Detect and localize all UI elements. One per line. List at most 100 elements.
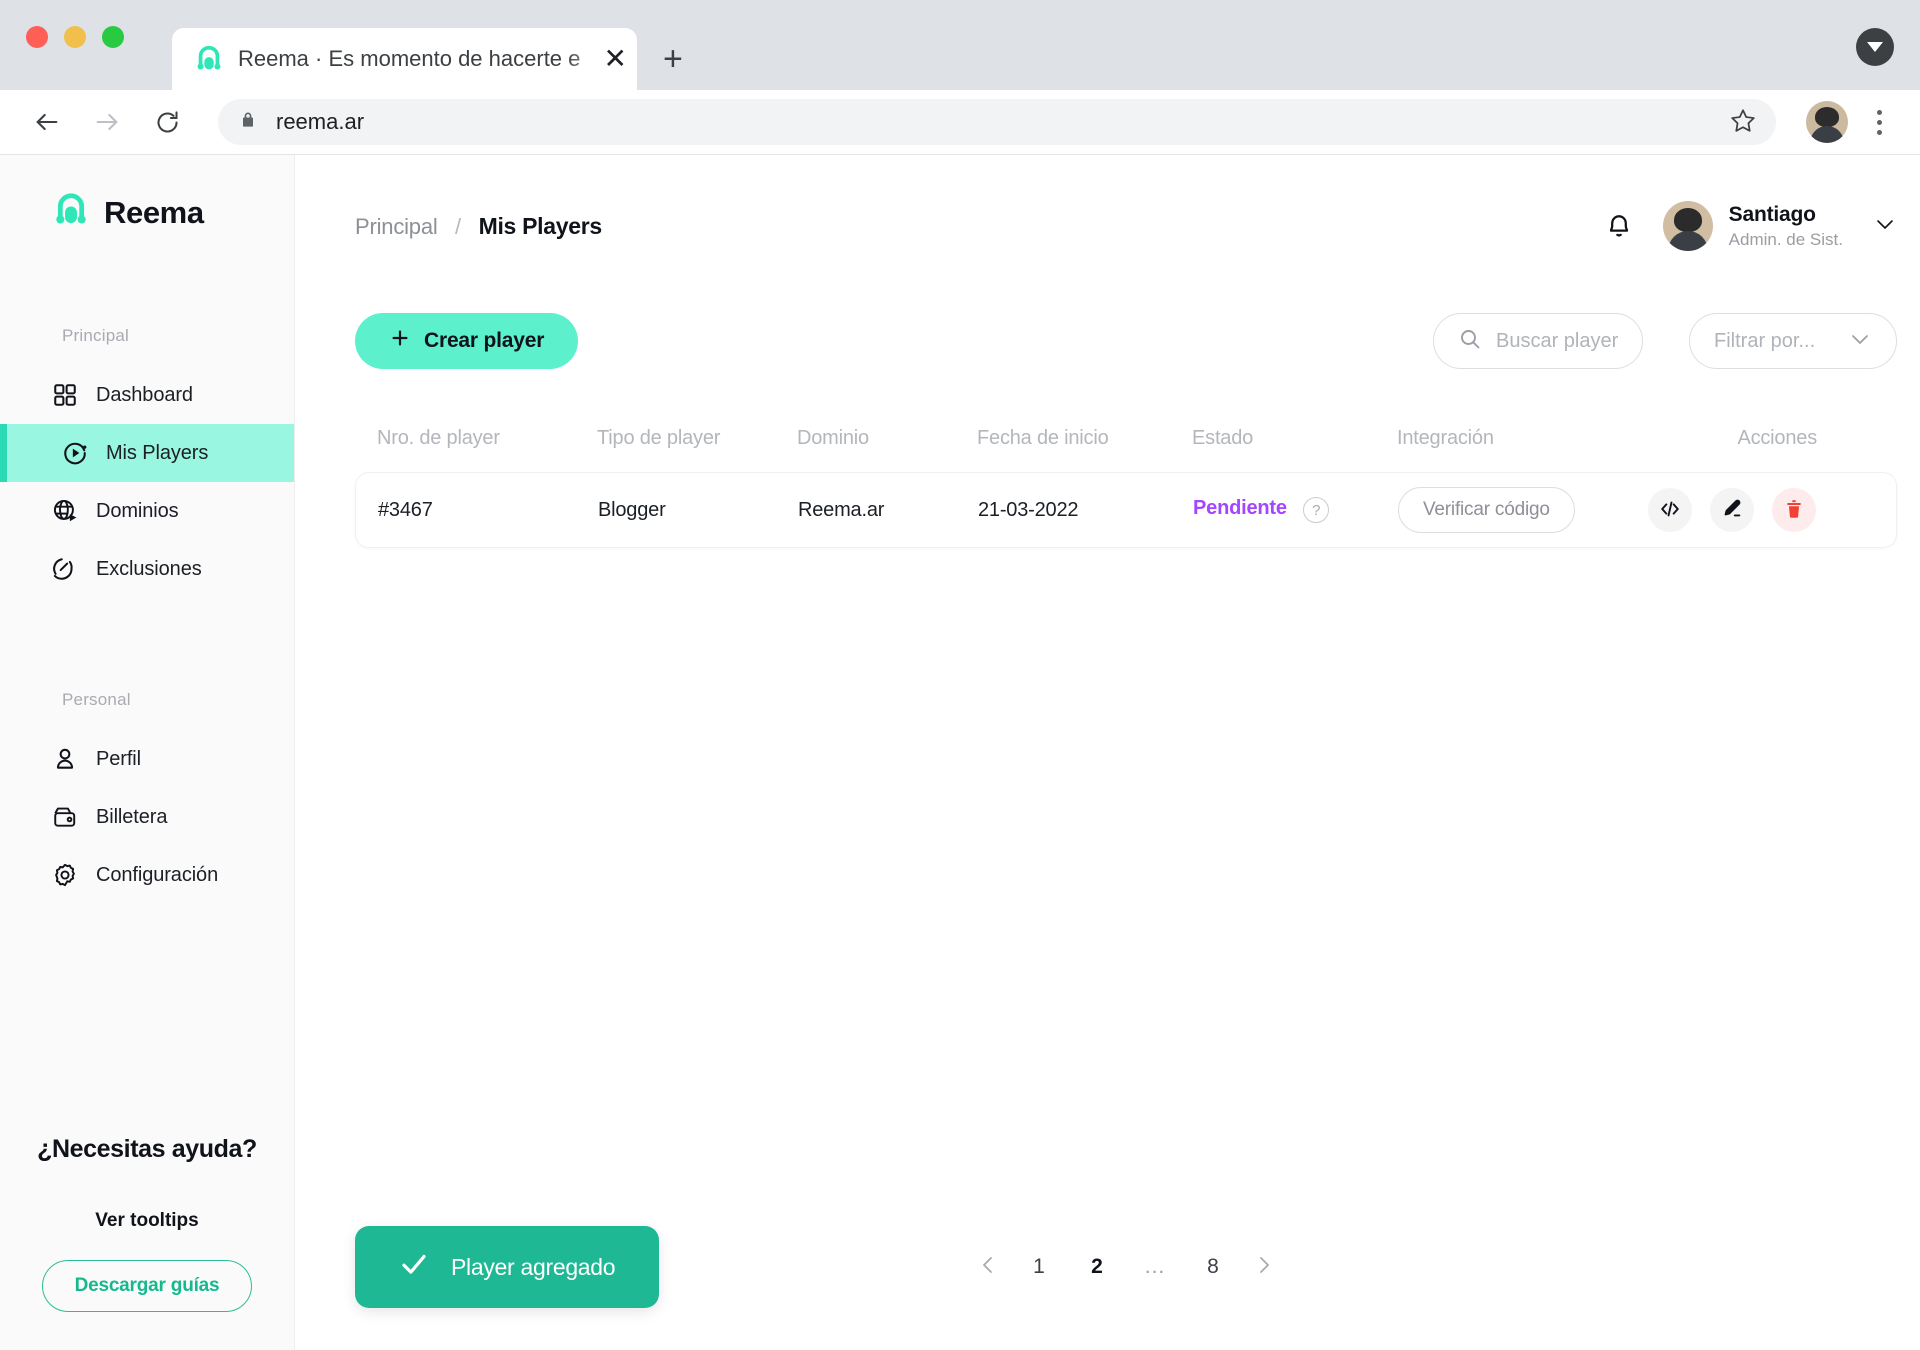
back-arrow-icon[interactable] bbox=[24, 99, 70, 145]
breadcrumb-separator: / bbox=[455, 214, 461, 239]
pagination: 1 2 ... 8 bbox=[295, 1246, 1920, 1288]
view-tooltips-link[interactable]: Ver tooltips bbox=[0, 1210, 294, 1232]
brand[interactable]: Reema bbox=[0, 155, 294, 234]
cell-tipo: Blogger bbox=[598, 499, 798, 522]
edit-button[interactable] bbox=[1710, 488, 1754, 532]
page-title: Mis Players bbox=[479, 213, 602, 239]
brand-name: Reema bbox=[104, 195, 204, 231]
create-player-label: Crear player bbox=[424, 329, 544, 353]
globe-icon bbox=[52, 498, 78, 524]
avatar bbox=[1663, 201, 1713, 251]
page-button-2[interactable]: 2 bbox=[1076, 1246, 1118, 1288]
column-header-estado: Estado bbox=[1192, 427, 1397, 450]
user-icon bbox=[52, 746, 78, 772]
address-bar[interactable]: reema.ar bbox=[218, 99, 1776, 145]
breadcrumb-parent[interactable]: Principal bbox=[355, 214, 438, 239]
page-header: Principal / Mis Players Santiago Admin. … bbox=[355, 155, 1897, 251]
plus-icon bbox=[389, 327, 411, 355]
avatar[interactable] bbox=[1806, 101, 1848, 143]
view-code-button[interactable] bbox=[1648, 488, 1692, 532]
nav-group-principal-label: Principal bbox=[0, 326, 294, 346]
column-header-dominio: Dominio bbox=[797, 427, 977, 450]
help-block: ¿Necesitas ayuda? Ver tooltips Descargar… bbox=[0, 1135, 294, 1350]
create-player-button[interactable]: Crear player bbox=[355, 313, 578, 369]
bookmark-star-icon[interactable] bbox=[1730, 107, 1756, 138]
url-text: reema.ar bbox=[276, 109, 364, 135]
sidebar-item-label: Billetera bbox=[96, 806, 167, 829]
sidebar-item-label: Dashboard bbox=[96, 384, 193, 407]
sidebar-item-configuracion[interactable]: Configuración bbox=[0, 846, 294, 904]
nav-group-personal-label: Personal bbox=[0, 690, 294, 710]
app-shell: Reema Principal Dashboard Mis Players bbox=[0, 155, 1920, 1350]
sidebar: Reema Principal Dashboard Mis Players bbox=[0, 155, 295, 1350]
notification-bell-icon[interactable] bbox=[1603, 208, 1635, 245]
reema-logo-icon bbox=[52, 191, 90, 234]
question-mark-icon[interactable]: ? bbox=[1303, 497, 1329, 523]
sidebar-item-mis-players[interactable]: Mis Players bbox=[0, 424, 294, 482]
cell-acciones bbox=[1648, 488, 1874, 532]
user-menu[interactable]: Santiago Admin. de Sist. bbox=[1663, 201, 1897, 251]
breadcrumb: Principal / Mis Players bbox=[355, 213, 602, 240]
download-guides-button[interactable]: Descargar guías bbox=[42, 1260, 253, 1312]
play-circle-icon bbox=[62, 440, 88, 466]
trash-icon bbox=[1783, 498, 1805, 523]
header-actions: Santiago Admin. de Sist. bbox=[1603, 201, 1897, 251]
gear-icon bbox=[52, 862, 78, 888]
plus-icon[interactable]: + bbox=[663, 42, 683, 76]
chevron-down-circle-icon[interactable] bbox=[1856, 28, 1894, 66]
code-icon bbox=[1659, 498, 1681, 523]
forward-arrow-icon[interactable] bbox=[84, 99, 130, 145]
maximize-window-button[interactable] bbox=[102, 26, 124, 48]
main-content: Principal / Mis Players Santiago Admin. … bbox=[295, 155, 1920, 1350]
help-title: ¿Necesitas ayuda? bbox=[0, 1135, 294, 1164]
search-input[interactable] bbox=[1496, 330, 1618, 353]
sidebar-item-perfil[interactable]: Perfil bbox=[0, 730, 294, 788]
cell-numero: #3467 bbox=[378, 499, 598, 522]
minimize-window-button[interactable] bbox=[64, 26, 86, 48]
delete-button[interactable] bbox=[1772, 488, 1816, 532]
sidebar-item-exclusiones[interactable]: Exclusiones bbox=[0, 540, 294, 598]
sidebar-item-billetera[interactable]: Billetera bbox=[0, 788, 294, 846]
sidebar-item-label: Exclusiones bbox=[96, 558, 202, 581]
column-header-integracion: Integración bbox=[1397, 427, 1647, 450]
page-button-1[interactable]: 1 bbox=[1018, 1246, 1060, 1288]
filter-label: Filtrar por... bbox=[1714, 330, 1815, 353]
page-button-8[interactable]: 8 bbox=[1192, 1246, 1234, 1288]
sidebar-item-label: Mis Players bbox=[106, 442, 208, 465]
wallet-icon bbox=[52, 804, 78, 830]
pencil-icon bbox=[1721, 498, 1743, 523]
chevron-right-icon[interactable] bbox=[1252, 1253, 1276, 1282]
cell-integracion: Verificar código bbox=[1398, 487, 1648, 533]
browser-tab[interactable]: Reema · Es momento de hacerte e ✕ bbox=[172, 28, 637, 90]
column-header-tipo: Tipo de player bbox=[597, 427, 797, 450]
chevron-down-icon[interactable] bbox=[1848, 327, 1872, 356]
browser-tab-title: Reema · Es momento de hacerte e bbox=[238, 46, 623, 72]
filter-dropdown[interactable]: Filtrar por... bbox=[1689, 313, 1897, 369]
search-box[interactable] bbox=[1433, 313, 1643, 369]
close-window-button[interactable] bbox=[26, 26, 48, 48]
column-header-fecha: Fecha de inicio bbox=[977, 427, 1192, 450]
reload-icon[interactable] bbox=[144, 99, 190, 145]
page-ellipsis: ... bbox=[1134, 1246, 1176, 1288]
user-name: Santiago bbox=[1729, 203, 1843, 227]
column-header-numero: Nro. de player bbox=[377, 427, 597, 450]
browser-tab-strip: Reema · Es momento de hacerte e ✕ + bbox=[0, 0, 1920, 90]
user-role: Admin. de Sist. bbox=[1729, 230, 1843, 250]
sidebar-item-dashboard[interactable]: Dashboard bbox=[0, 366, 294, 424]
chevron-left-icon[interactable] bbox=[976, 1253, 1000, 1282]
table-header-row: Nro. de player Tipo de player Dominio Fe… bbox=[355, 427, 1897, 472]
table-row[interactable]: #3467 Blogger Reema.ar 21-03-2022 Pendie… bbox=[355, 472, 1897, 548]
toolbar-right: Filtrar por... bbox=[1433, 313, 1897, 369]
toolbar: Crear player Filtrar por... bbox=[355, 313, 1897, 369]
players-table: Nro. de player Tipo de player Dominio Fe… bbox=[355, 427, 1897, 548]
kebab-menu-icon[interactable] bbox=[1862, 101, 1896, 143]
cell-estado: Pendiente ? bbox=[1193, 497, 1398, 523]
verify-code-button[interactable]: Verificar código bbox=[1398, 487, 1575, 533]
column-header-acciones: Acciones bbox=[1647, 427, 1875, 450]
close-icon[interactable]: ✕ bbox=[604, 45, 627, 73]
chevron-down-icon[interactable] bbox=[1873, 212, 1897, 241]
status-badge: Pendiente bbox=[1193, 497, 1287, 519]
cell-fecha: 21-03-2022 bbox=[978, 499, 1193, 522]
sidebar-item-dominios[interactable]: Dominios bbox=[0, 482, 294, 540]
grid-icon bbox=[52, 382, 78, 408]
